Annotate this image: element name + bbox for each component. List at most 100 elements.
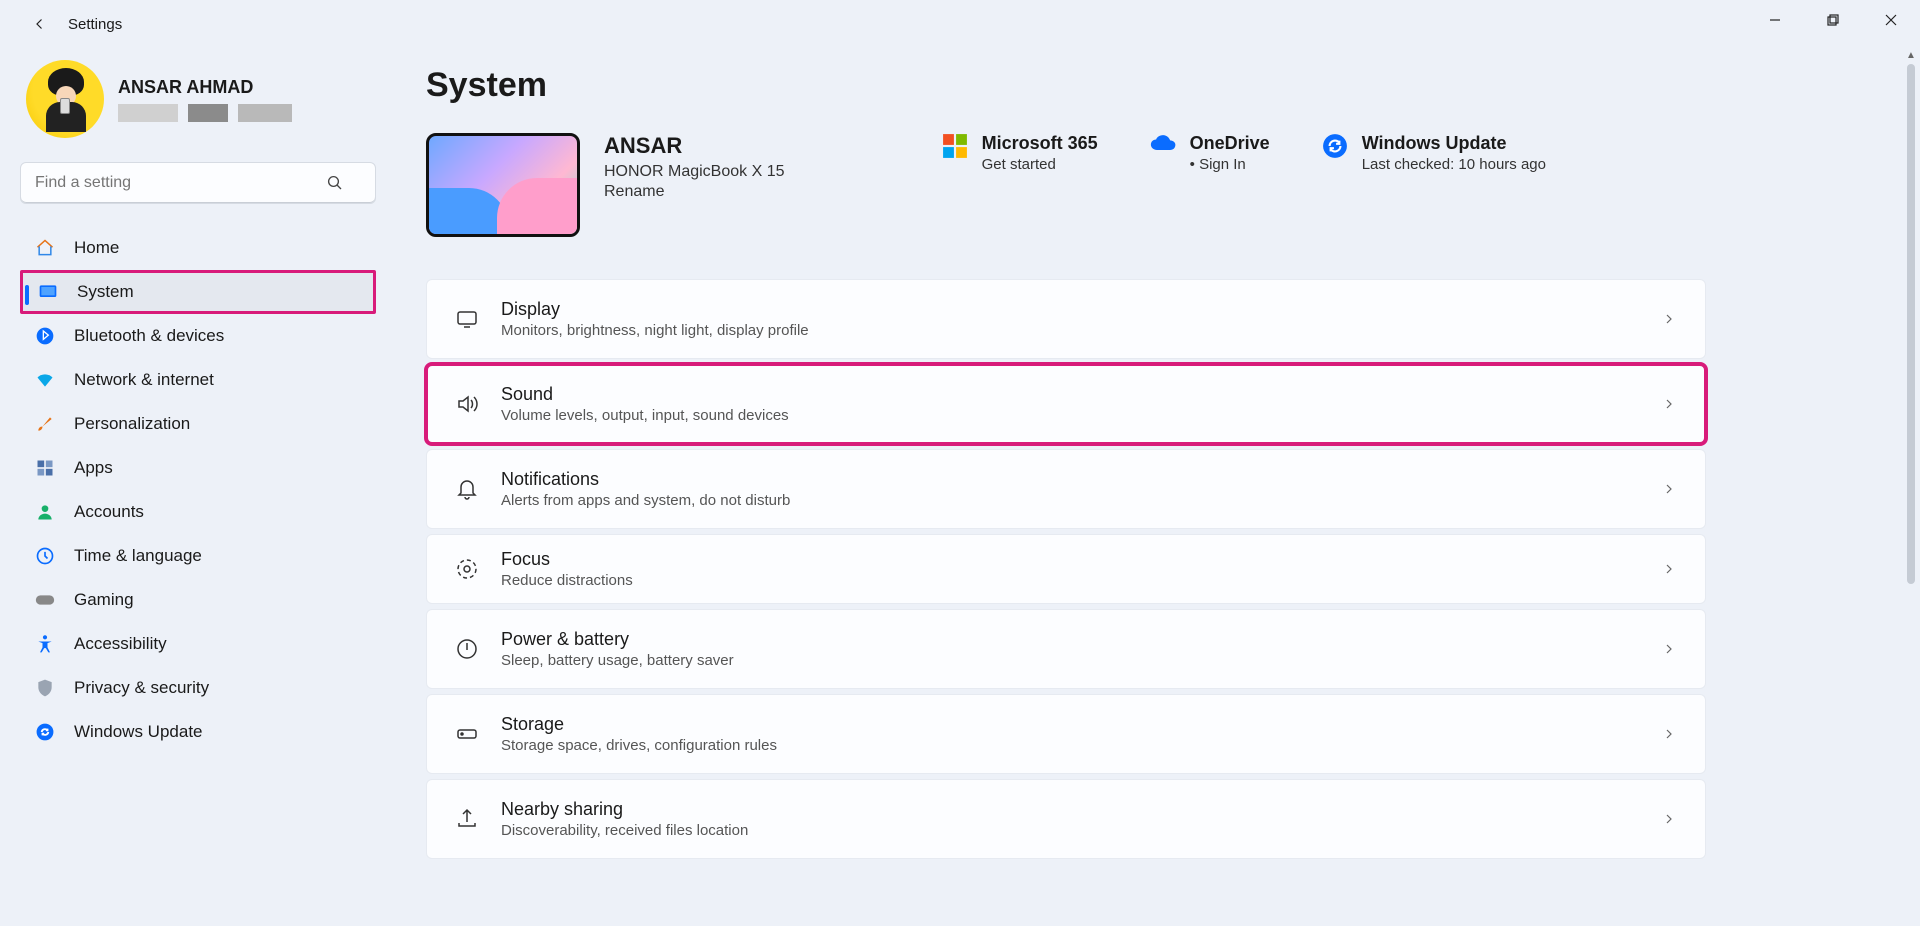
setting-title: Storage (501, 714, 1661, 735)
card-microsoft-365[interactable]: Microsoft 365 Get started (942, 133, 1098, 173)
setting-nearby-sharing[interactable]: Nearby sharing Discoverability, received… (426, 779, 1706, 859)
focus-icon (449, 557, 485, 581)
chevron-right-icon (1661, 396, 1677, 412)
update-icon (34, 721, 56, 743)
setting-sub: Discoverability, received files location (501, 822, 1661, 839)
person-icon (34, 501, 56, 523)
setting-notifications[interactable]: Notifications Alerts from apps and syste… (426, 449, 1706, 529)
avatar (26, 60, 104, 138)
setting-sub: Volume levels, output, input, sound devi… (501, 407, 1661, 424)
system-icon (37, 281, 59, 303)
shield-icon (34, 677, 56, 699)
minimize-button[interactable] (1746, 0, 1804, 40)
clock-icon (34, 545, 56, 567)
search-input[interactable] (20, 162, 376, 204)
sidebar-item-update[interactable]: Windows Update (20, 710, 376, 754)
setting-sub: Alerts from apps and system, do not dist… (501, 492, 1661, 509)
card-sub: Sign In (1190, 156, 1270, 173)
storage-icon (449, 722, 485, 746)
maximize-button[interactable] (1804, 0, 1862, 40)
accessibility-icon (34, 633, 56, 655)
setting-title: Focus (501, 549, 1661, 570)
search-box[interactable] (20, 162, 370, 204)
setting-display[interactable]: Display Monitors, brightness, night ligh… (426, 279, 1706, 359)
profile-name: ANSAR AHMAD (118, 77, 292, 98)
home-icon (34, 237, 56, 259)
setting-sound[interactable]: Sound Volume levels, output, input, soun… (426, 364, 1706, 444)
sidebar-item-label: Time & language (74, 546, 202, 566)
search-icon (326, 174, 344, 192)
brush-icon (34, 413, 56, 435)
maximize-icon (1827, 14, 1839, 26)
back-button[interactable] (20, 4, 60, 44)
wifi-icon (34, 369, 56, 391)
setting-title: Power & battery (501, 629, 1661, 650)
card-title: Windows Update (1362, 133, 1546, 154)
card-title: Microsoft 365 (982, 133, 1098, 154)
setting-sub: Reduce distractions (501, 572, 1661, 589)
scrollbar[interactable]: ▲ (1904, 48, 1918, 926)
sidebar-item-label: Gaming (74, 590, 134, 610)
setting-title: Display (501, 299, 1661, 320)
setting-power[interactable]: Power & battery Sleep, battery usage, ba… (426, 609, 1706, 689)
sidebar-item-accounts[interactable]: Accounts (20, 490, 376, 534)
sidebar-item-label: Bluetooth & devices (74, 326, 224, 346)
rename-link[interactable]: Rename (604, 183, 785, 201)
sidebar-item-accessibility[interactable]: Accessibility (20, 622, 376, 666)
sidebar-item-label: Network & internet (74, 370, 214, 390)
sidebar-item-label: Accounts (74, 502, 144, 522)
bell-icon (449, 477, 485, 501)
card-title: OneDrive (1190, 133, 1270, 154)
power-icon (449, 637, 485, 661)
scroll-up-icon[interactable]: ▲ (1904, 48, 1918, 62)
card-onedrive[interactable]: OneDrive Sign In (1150, 133, 1270, 173)
onedrive-icon (1150, 133, 1178, 161)
bluetooth-icon (34, 325, 56, 347)
sidebar-item-system[interactable]: System (20, 270, 376, 314)
sidebar-item-privacy[interactable]: Privacy & security (20, 666, 376, 710)
sidebar-item-bluetooth[interactable]: Bluetooth & devices (20, 314, 376, 358)
sidebar-item-label: Apps (74, 458, 113, 478)
close-button[interactable] (1862, 0, 1920, 40)
microsoft-icon (942, 133, 970, 161)
setting-sub: Storage space, drives, configuration rul… (501, 737, 1661, 754)
sidebar-item-time[interactable]: Time & language (20, 534, 376, 578)
device-model: HONOR MagicBook X 15 (604, 163, 785, 181)
setting-title: Sound (501, 384, 1661, 405)
sidebar-item-personalization[interactable]: Personalization (20, 402, 376, 446)
chevron-right-icon (1661, 726, 1677, 742)
sidebar-item-label: Accessibility (74, 634, 167, 654)
sidebar-item-label: Home (74, 238, 119, 258)
minimize-icon (1769, 14, 1781, 26)
setting-focus[interactable]: Focus Reduce distractions (426, 534, 1706, 604)
page-title: System (426, 66, 1920, 105)
share-icon (449, 807, 485, 831)
card-windows-update[interactable]: Windows Update Last checked: 10 hours ag… (1322, 133, 1546, 173)
device-name: ANSAR (604, 133, 785, 159)
card-sub: Get started (982, 156, 1098, 173)
setting-sub: Monitors, brightness, night light, displ… (501, 322, 1661, 339)
sidebar-item-label: System (77, 282, 134, 302)
apps-icon (34, 457, 56, 479)
setting-storage[interactable]: Storage Storage space, drives, configura… (426, 694, 1706, 774)
chevron-right-icon (1661, 811, 1677, 827)
setting-title: Nearby sharing (501, 799, 1661, 820)
chevron-right-icon (1661, 641, 1677, 657)
chevron-right-icon (1661, 311, 1677, 327)
sidebar-item-gaming[interactable]: Gaming (20, 578, 376, 622)
close-icon (1885, 14, 1897, 26)
device-thumbnail (426, 133, 580, 237)
gamepad-icon (34, 589, 56, 611)
chevron-right-icon (1661, 481, 1677, 497)
arrow-left-icon (31, 15, 49, 33)
sidebar-item-network[interactable]: Network & internet (20, 358, 376, 402)
scroll-thumb[interactable] (1907, 64, 1915, 584)
window-title: Settings (68, 16, 122, 33)
sidebar-item-label: Personalization (74, 414, 190, 434)
sidebar-item-label: Windows Update (74, 722, 203, 742)
sidebar-item-apps[interactable]: Apps (20, 446, 376, 490)
sidebar-item-home[interactable]: Home (20, 226, 376, 270)
display-icon (449, 307, 485, 331)
setting-sub: Sleep, battery usage, battery saver (501, 652, 1661, 669)
profile-block[interactable]: ANSAR AHMAD (20, 60, 370, 138)
